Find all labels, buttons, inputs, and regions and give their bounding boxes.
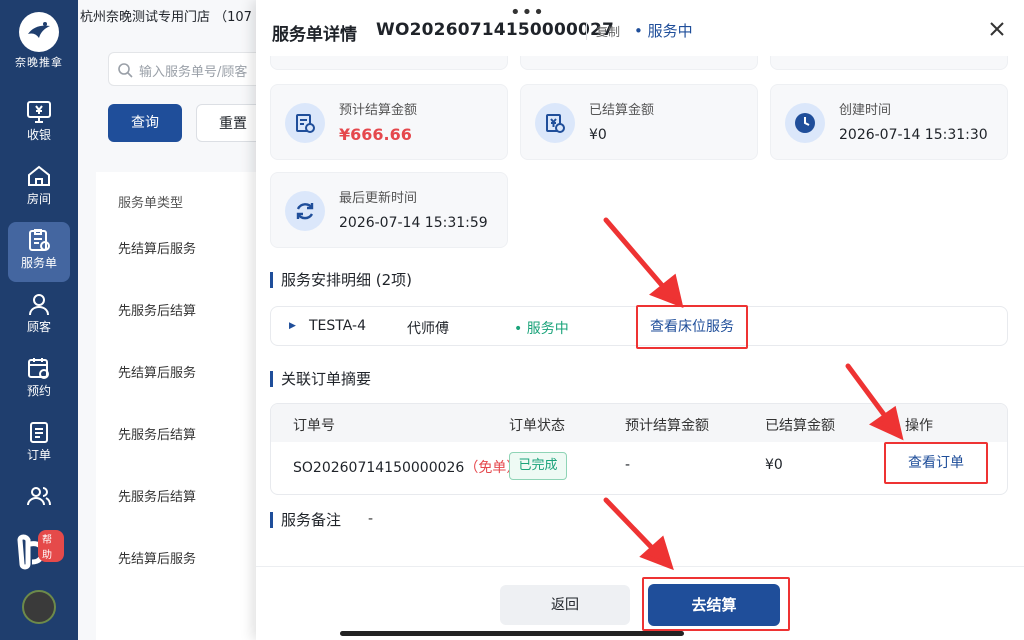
card-label: 已结算金额 [589, 103, 655, 118]
sidebar-item-label: 房间 [26, 192, 51, 206]
close-icon[interactable] [988, 20, 1006, 38]
sidebar-item-label: 顾客 [26, 320, 51, 334]
card-partial [520, 56, 758, 70]
logo-icon [19, 12, 59, 52]
table-row[interactable]: 先结算后服务 [118, 548, 196, 567]
drawer-title: 服务单详情 [272, 25, 357, 45]
service-order-detail-drawer: ••• 服务单详情 WO20260714150000027 复制 • 服务中 预… [256, 0, 1024, 640]
card-settled-amount: 已结算金额 ¥0 [520, 84, 758, 160]
sidebar-item-order[interactable]: 订单 [8, 414, 70, 474]
sidebar-item-booking[interactable]: 预约 [8, 350, 70, 410]
search-icon [118, 63, 133, 78]
card-updated-time: 最后更新时间 2026-07-14 15:31:59 [270, 172, 508, 248]
card-created-time: 创建时间 2026-07-14 15:31:30 [770, 84, 1008, 160]
card-partial [770, 56, 1008, 70]
column-header-type: 服务单类型 [118, 196, 184, 211]
order-number-text: SO20260714150000026 [293, 460, 465, 476]
card-partial [270, 56, 508, 70]
card-value: ¥666.66 [339, 125, 412, 144]
sidebar-item-label: 服务单 [20, 256, 57, 270]
sidebar-item-customer[interactable]: 顾客 [8, 286, 70, 346]
table-row[interactable]: 先服务后结算 [118, 424, 196, 443]
table-row[interactable]: 先服务后结算 [118, 300, 196, 319]
copy-button[interactable]: 复制 [596, 23, 620, 40]
card-label: 创建时间 [839, 103, 892, 118]
column-header: 订单号 [293, 418, 335, 434]
drawer-footer: 返回 去结算 [256, 566, 1024, 640]
users-icon [27, 487, 51, 506]
status-badge: • 服务中 [634, 22, 693, 40]
invoice-clock-icon [285, 103, 325, 143]
avatar[interactable] [22, 590, 56, 624]
room-name: TESTA-4 [309, 318, 366, 334]
arrangement-section-title: 服务安排明细 (2项) [270, 272, 412, 288]
query-button[interactable]: 查询 [108, 104, 182, 142]
sidebar-item-staff[interactable] [8, 478, 70, 518]
table-row[interactable]: 先结算后服务 [118, 362, 196, 381]
arrangement-status-text: 服务中 [526, 321, 569, 337]
logo: 奈晚推拿 [0, 8, 78, 78]
sidebar-item-label: 收银 [26, 128, 51, 142]
home-indicator [340, 631, 684, 636]
annotation-arrowhead-icon [649, 273, 684, 309]
arrangement-status: • 服务中 [514, 321, 569, 337]
column-header: 已结算金额 [765, 418, 835, 434]
divider [586, 22, 587, 40]
sidebar-item-cashier[interactable]: 收银 [8, 94, 70, 154]
back-button[interactable]: 返回 [500, 585, 630, 625]
view-order-link[interactable]: 查看订单 [884, 442, 988, 484]
card-value: 2026-07-14 15:31:30 [839, 127, 988, 143]
sidebar-item-label: 订单 [26, 448, 51, 462]
search-input[interactable]: 输入服务单号/顾客 [108, 52, 278, 86]
calendar-clock-icon [28, 358, 49, 379]
card-value: ¥0 [589, 127, 607, 143]
sidebar-item-room[interactable]: 房间 [8, 158, 70, 218]
annotation-arrowhead-icon [639, 535, 674, 571]
home-icon [28, 165, 50, 186]
logo-text: 奈晚推拿 [15, 56, 63, 69]
annotation-arrow-icon [603, 497, 659, 555]
estimated-amount: - [625, 457, 631, 473]
sidebar: 奈晚推拿 收银 房间 服务单 顾客 预约 订单 帮助 [0, 0, 78, 640]
technician-name: 代师傅 [407, 321, 449, 337]
table-header: 订单号 订单状态 预计结算金额 已结算金额 操作 [271, 404, 1007, 442]
status-text: 服务中 [647, 22, 693, 40]
service-order-number: WO20260714150000027 [376, 20, 615, 40]
monitor-yen-icon [27, 101, 51, 123]
settled-amount: ¥0 [765, 457, 783, 473]
yen-check-icon [535, 103, 575, 143]
table-row[interactable]: 先服务后结算 [118, 486, 196, 505]
help-badge: 帮助 [38, 530, 64, 562]
store-name: 杭州奈晚测试专用门店 （107 [80, 10, 252, 25]
order-number: SO20260714150000026（免单） [293, 457, 520, 477]
expand-triangle-icon[interactable]: ▶ [289, 321, 296, 331]
list-icon [30, 422, 48, 443]
remark-title: 服务备注 [270, 512, 341, 528]
remark-value: - [368, 511, 374, 527]
table-row[interactable]: 先结算后服务 [118, 238, 196, 257]
view-bed-service-link[interactable]: 查看床位服务 [636, 305, 748, 349]
order-status-badge: 已完成 [509, 452, 567, 480]
sidebar-item-service-order[interactable]: 服务单 [8, 222, 70, 282]
related-orders-title: 关联订单摘要 [270, 371, 371, 387]
column-header: 订单状态 [509, 418, 565, 434]
help-button[interactable]: 帮助 [16, 530, 64, 574]
clock-icon [785, 103, 825, 143]
column-header: 预计结算金额 [625, 418, 709, 434]
refresh-icon [285, 191, 325, 231]
search-placeholder: 输入服务单号/顾客 [139, 65, 248, 80]
card-estimated-amount: 预计结算金额 ¥666.66 [270, 84, 508, 160]
user-icon [29, 294, 49, 316]
column-header: 操作 [905, 418, 933, 434]
annotation-arrow-icon [603, 217, 669, 293]
settle-button[interactable]: 去结算 [648, 584, 780, 626]
card-label: 最后更新时间 [339, 191, 418, 206]
sidebar-item-label: 预约 [26, 384, 51, 398]
clipboard-icon [29, 229, 50, 251]
card-value: 2026-07-14 15:31:59 [339, 215, 488, 231]
card-label: 预计结算金额 [339, 103, 418, 118]
